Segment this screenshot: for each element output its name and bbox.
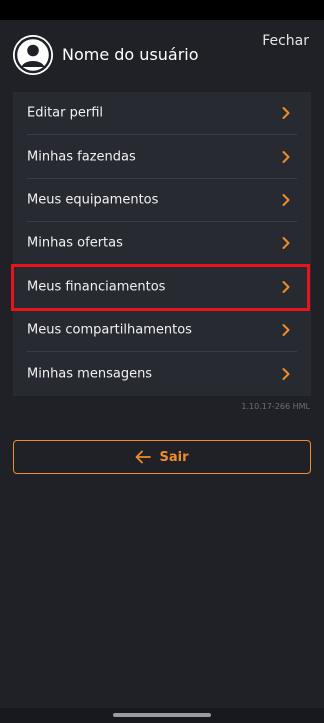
menu-item-minhas-mensagens[interactable]: Minhas mensagens [27, 352, 297, 395]
chevron-right-icon [282, 324, 290, 337]
menu-item-meus-financiamentos[interactable]: Meus financiamentos [27, 266, 297, 309]
menu-item-meus-equipamentos[interactable]: Meus equipamentos [27, 179, 297, 223]
chevron-right-icon [282, 193, 290, 206]
menu-item-label: Minhas mensagens [27, 366, 153, 382]
logout-button[interactable]: Sair [13, 440, 311, 474]
chevron-right-icon [282, 237, 290, 250]
menu-item-label: Minhas fazendas [27, 149, 136, 165]
menu-item-label: Meus compartilhamentos [27, 322, 192, 338]
chevron-right-icon [282, 150, 290, 163]
logout-content: Sair [14, 441, 310, 473]
menu-item-label: Meus equipamentos [27, 192, 159, 208]
menu-item-editar-perfil[interactable]: Editar perfil [27, 92, 297, 136]
header: Nome do usuário Fechar [0, 20, 324, 90]
user-name: Nome do usuário [62, 45, 199, 64]
menu-item-label: Meus financiamentos [27, 279, 166, 295]
home-indicator[interactable] [113, 713, 211, 717]
menu-item-meus-compartilhamentos[interactable]: Meus compartilhamentos [27, 309, 297, 353]
menu-item-minhas-ofertas[interactable]: Minhas ofertas [27, 222, 297, 266]
logout-label: Sair [159, 449, 189, 465]
menu-item-minhas-fazendas[interactable]: Minhas fazendas [27, 135, 297, 179]
status-bar [0, 0, 324, 20]
close-button[interactable]: Fechar [262, 32, 309, 50]
chevron-right-icon [282, 368, 290, 381]
profile-menu: Editar perfil Minhas fazendas Meus equip… [13, 92, 311, 396]
chevron-right-icon [282, 107, 290, 120]
menu-item-label: Minhas ofertas [27, 235, 123, 251]
app-version: 1.10.17-266 HML [241, 402, 310, 411]
arrow-left-icon [136, 450, 152, 464]
menu-item-label: Editar perfil [27, 105, 104, 121]
chevron-right-icon [282, 280, 290, 293]
user-avatar-icon[interactable] [13, 35, 53, 75]
